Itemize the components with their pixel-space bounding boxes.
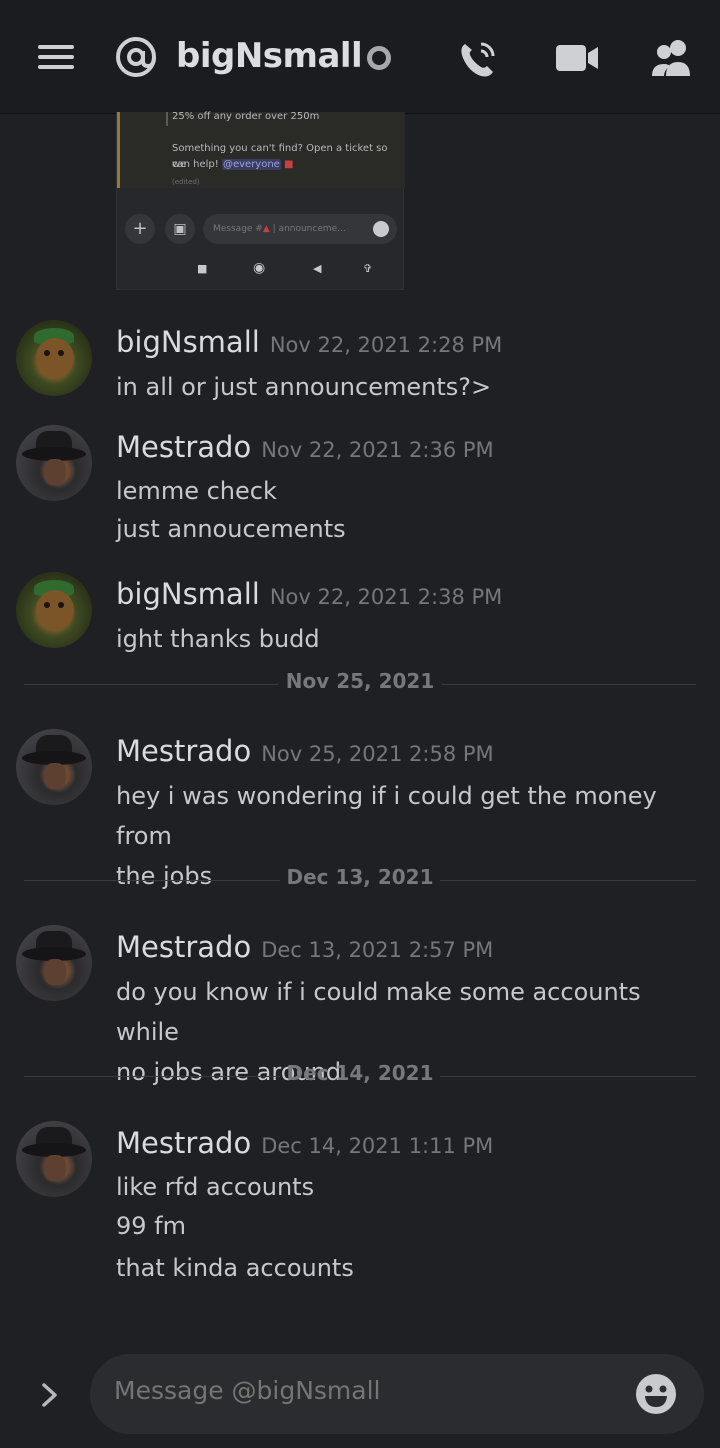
plus-icon: + [125, 214, 155, 244]
date-divider-label: Dec 14, 2021 [286, 1061, 434, 1085]
accessibility-icon: ✞ [363, 262, 373, 275]
message-author[interactable]: Mestrado Dec 13, 2021 2:57 PM [116, 930, 493, 964]
message-line: 99 fm [116, 1212, 186, 1240]
at-icon [116, 37, 156, 77]
message-line: hey i was wondering if i could get the m… [116, 782, 657, 850]
emoji-icon [373, 221, 389, 237]
date-divider: Dec 14, 2021 [24, 1061, 696, 1091]
quote-text: can help! [172, 159, 219, 170]
message-timestamp: Nov 22, 2021 2:36 PM [261, 438, 494, 462]
quote-line: can help! @everyone ■ [172, 159, 294, 170]
message-composer[interactable] [90, 1354, 704, 1434]
message-timestamp: Dec 13, 2021 2:57 PM [261, 938, 494, 962]
author-name[interactable]: bigNsmall [116, 325, 260, 359]
quote-line: 25% off any order over 250m [172, 111, 320, 122]
author-name[interactable]: Mestrado [116, 1126, 251, 1160]
avatar[interactable] [16, 925, 92, 1001]
gift-icon: ▣ [165, 214, 195, 244]
message-text: in all or just announcements?> [116, 367, 706, 407]
date-divider: Dec 13, 2021 [24, 865, 696, 895]
avatar[interactable] [16, 572, 92, 648]
avatar[interactable] [16, 729, 92, 805]
mention-everyone: @everyone [221, 159, 281, 170]
dm-title[interactable]: bigNsmall [176, 36, 363, 76]
message-author[interactable]: Mestrado Nov 22, 2021 2:36 PM [116, 430, 494, 464]
embedded-input-bar: + ▣ Message #▲ | announceme... [125, 212, 397, 246]
avatar[interactable] [16, 1121, 92, 1197]
android-nav-bar: ■ ◉ ◀ ✞ [117, 258, 405, 278]
message-line: just annoucements [116, 515, 346, 543]
message-text: ight thanks budd [116, 619, 706, 659]
message-timestamp: Nov 22, 2021 2:38 PM [269, 585, 503, 609]
avatar[interactable] [16, 425, 92, 501]
author-name[interactable]: bigNsmall [116, 577, 260, 611]
message-line: like rfd accounts [116, 1173, 315, 1201]
message-timestamp: Dec 14, 2021 1:11 PM [261, 1134, 494, 1158]
status-icon [367, 46, 391, 70]
image-attachment[interactable]: 25% off any order over 250m Something yo… [116, 111, 405, 290]
message-author[interactable]: Mestrado Nov 25, 2021 2:58 PM [116, 734, 494, 768]
date-divider-label: Nov 25, 2021 [285, 669, 435, 693]
message-author[interactable]: bigNsmall Nov 22, 2021 2:28 PM [116, 325, 502, 359]
menu-icon[interactable] [36, 42, 76, 72]
message-input[interactable] [114, 1376, 614, 1405]
author-name[interactable]: Mestrado [116, 734, 251, 768]
message-line: do you know if i could make some account… [116, 978, 641, 1046]
date-divider: Nov 25, 2021 [24, 669, 696, 699]
edited-label: (edited) [172, 178, 200, 186]
video-call-icon[interactable] [554, 41, 600, 75]
message-text: lemme check just annoucements [116, 472, 706, 548]
author-name[interactable]: Mestrado [116, 430, 251, 464]
embedded-input-placeholder: Message # [213, 224, 263, 234]
members-icon[interactable] [650, 38, 694, 78]
message-line: in all or just announcements?> [116, 373, 492, 401]
date-divider-label: Dec 13, 2021 [286, 865, 434, 889]
emoji-icon[interactable] [634, 1372, 678, 1416]
embedded-message-input: Message #▲ | announceme... [203, 214, 397, 244]
message-timestamp: Nov 25, 2021 2:58 PM [261, 742, 494, 766]
phone-call-icon[interactable] [457, 38, 499, 80]
avatar[interactable] [16, 320, 92, 396]
message-author[interactable]: Mestrado Dec 14, 2021 1:11 PM [116, 1126, 493, 1160]
embedded-input-channel: | announceme... [272, 224, 346, 234]
message-line: lemme check [116, 477, 277, 505]
square-icon: ■ [197, 262, 208, 275]
message-text: like rfd accounts 99 fm that kinda accou… [116, 1168, 706, 1288]
chevron-right-icon[interactable] [36, 1380, 64, 1410]
message-author[interactable]: bigNsmall Nov 22, 2021 2:38 PM [116, 577, 502, 611]
channel-header: bigNsmall [0, 0, 720, 114]
embedded-quote: 25% off any order over 250m Something yo… [117, 111, 405, 188]
message-line: ight thanks budd [116, 625, 320, 653]
circle-icon: ◉ [253, 260, 266, 276]
message-timestamp: Nov 22, 2021 2:28 PM [269, 333, 503, 357]
back-icon: ◀ [313, 262, 322, 275]
message-line: that kinda accounts [116, 1254, 354, 1282]
author-name[interactable]: Mestrado [116, 930, 251, 964]
